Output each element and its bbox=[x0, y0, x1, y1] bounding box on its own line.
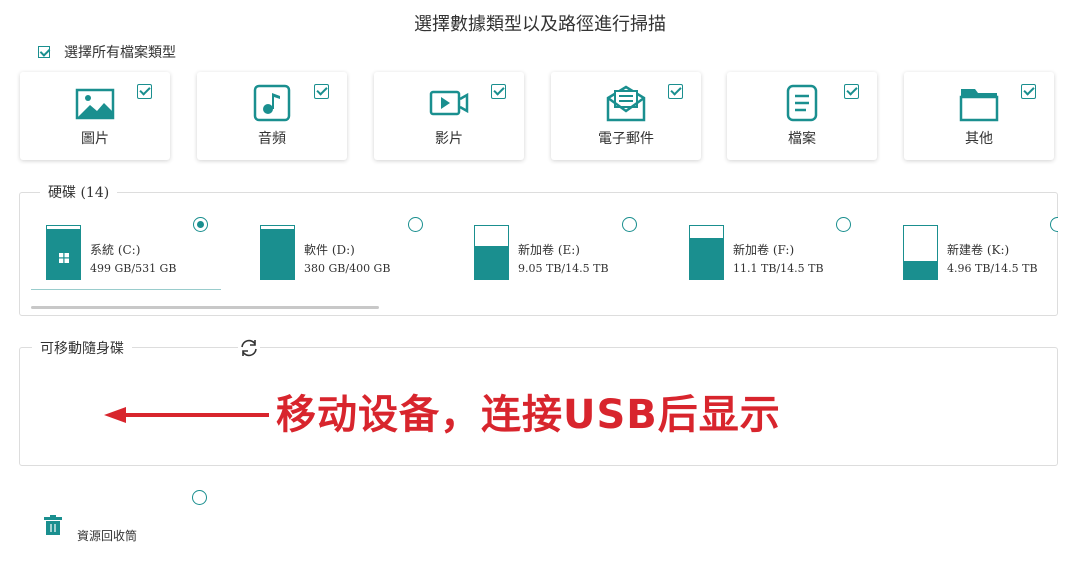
drive-name: 新建卷 (K:) bbox=[947, 243, 1010, 257]
drive-usage-bar bbox=[689, 225, 724, 280]
drive-size: 9.05 TB/14.5 TB bbox=[518, 262, 609, 275]
type-card-email[interactable]: 電子郵件 bbox=[551, 72, 701, 160]
drive-name: 軟件 (D:) bbox=[304, 243, 355, 257]
drive-next-radio[interactable] bbox=[1050, 217, 1058, 232]
type-card-video[interactable]: 影片 bbox=[374, 72, 524, 160]
drive-c[interactable]: 系統 (C:) 499 GB/531 GB bbox=[46, 225, 246, 281]
drive-usage-bar bbox=[903, 225, 938, 280]
drive-name: 新加卷 (E:) bbox=[518, 243, 580, 257]
removable-legend: 可移動隨身碟 bbox=[32, 338, 132, 358]
drive-d[interactable]: 軟件 (D:) 380 GB/400 GB bbox=[260, 225, 460, 281]
select-all-types[interactable]: 選擇所有檔案類型 bbox=[38, 42, 176, 62]
selected-drive-underline bbox=[31, 289, 221, 290]
type-card-documents[interactable]: 檔案 bbox=[727, 72, 877, 160]
select-all-checkbox[interactable] bbox=[38, 46, 50, 58]
video-icon bbox=[429, 90, 469, 116]
page-title: 選擇數據類型以及路徑進行掃描 bbox=[414, 14, 666, 35]
drive-f-radio[interactable] bbox=[836, 217, 851, 232]
type-checkbox[interactable] bbox=[491, 84, 506, 99]
type-label: 其他 bbox=[965, 131, 993, 147]
type-checkbox[interactable] bbox=[314, 84, 329, 99]
type-label: 音頻 bbox=[258, 131, 286, 147]
hard-disk-legend: 硬碟 (14) bbox=[40, 182, 118, 202]
type-checkbox[interactable] bbox=[668, 84, 683, 99]
windows-icon bbox=[59, 253, 69, 263]
drive-size: 11.1 TB/14.5 TB bbox=[733, 262, 824, 275]
trash-icon[interactable] bbox=[44, 515, 62, 535]
type-label: 影片 bbox=[435, 131, 463, 147]
drive-name: 新加卷 (F:) bbox=[733, 243, 795, 257]
type-checkbox[interactable] bbox=[137, 84, 152, 99]
folder-icon bbox=[959, 89, 999, 122]
document-icon bbox=[786, 84, 818, 122]
drive-size: 4.96 TB/14.5 TB bbox=[947, 262, 1038, 275]
drive-usage-fill bbox=[261, 228, 294, 279]
type-checkbox[interactable] bbox=[1021, 84, 1036, 99]
type-card-audio[interactable]: 音頻 bbox=[197, 72, 347, 160]
drive-usage-fill bbox=[904, 260, 937, 279]
drive-k[interactable]: 新建卷 (K:) 4.96 TB/14.5 TB bbox=[903, 225, 1043, 281]
usb-annotation: 移动设备，连接USB后显示 bbox=[276, 392, 781, 438]
email-icon bbox=[606, 85, 646, 122]
image-icon bbox=[75, 88, 115, 120]
drive-size: 499 GB/531 GB bbox=[90, 262, 177, 275]
drive-e-radio[interactable] bbox=[622, 217, 637, 232]
refresh-icon[interactable] bbox=[238, 338, 260, 358]
type-label: 電子郵件 bbox=[598, 131, 654, 147]
drive-f[interactable]: 新加卷 (F:) 11.1 TB/14.5 TB bbox=[689, 225, 889, 281]
drive-e[interactable]: 新加卷 (E:) 9.05 TB/14.5 TB bbox=[474, 225, 674, 281]
type-checkbox[interactable] bbox=[844, 84, 859, 99]
drive-size: 380 GB/400 GB bbox=[304, 262, 391, 275]
select-all-label: 選擇所有檔案類型 bbox=[64, 45, 176, 61]
drive-d-radio[interactable] bbox=[408, 217, 423, 232]
drive-usage-fill bbox=[690, 238, 723, 279]
type-card-other[interactable]: 其他 bbox=[904, 72, 1054, 160]
drive-usage-bar bbox=[260, 225, 295, 280]
drive-usage-fill bbox=[475, 246, 508, 279]
type-label: 圖片 bbox=[81, 131, 109, 147]
drive-c-radio[interactable] bbox=[193, 217, 208, 232]
drive-usage-bar bbox=[46, 225, 81, 280]
drive-name: 系統 (C:) bbox=[90, 243, 141, 257]
drive-list-scrollbar[interactable] bbox=[31, 306, 379, 309]
music-icon bbox=[253, 84, 291, 122]
type-card-images[interactable]: 圖片 bbox=[20, 72, 170, 160]
recycle-bin-radio[interactable] bbox=[192, 490, 207, 505]
recycle-bin-label: 資源回收筒 bbox=[77, 529, 138, 543]
drive-usage-bar bbox=[474, 225, 509, 280]
type-label: 檔案 bbox=[788, 131, 816, 147]
annotation-arrow-icon bbox=[104, 407, 269, 423]
